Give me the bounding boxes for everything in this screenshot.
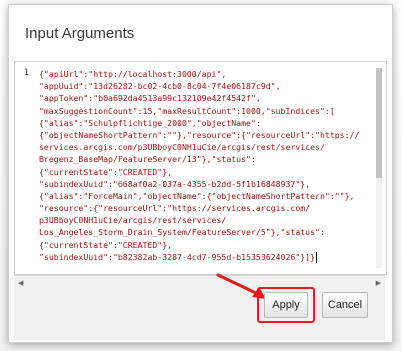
code-line: "maxSuggestionCount":15,"maxResultCount"… [39,105,335,116]
text-cursor [316,251,318,263]
code-editor[interactable]: 1 {"apiUrl":"http://localhost:3000/api",… [14,61,387,275]
code-line: {"alias":"Schulpflichtige_2000","objectN… [39,117,261,128]
line-number-gutter: 1 [15,68,29,78]
code-line: Bregenz_BaseMap/FeatureServer/13"},"stat… [39,154,256,165]
code-line: "appUuid":"13d26282-bc02-4cb0-8c04-7f4e0… [39,81,281,92]
code-line: p3UBboyC0NH1uCie/arcgis/rest/services/ [39,215,227,226]
scroll-right-arrow-icon[interactable]: ▶ [376,279,381,287]
scroll-left-arrow-icon[interactable]: ◀ [18,279,23,287]
code-line: "appToken":"b0a692da4513a99c132109e42f45… [39,93,261,104]
code-line-text: "subindexUuid":"b82382ab-3287-4cd7-955d-… [39,251,316,262]
apply-button[interactable]: Apply [264,292,308,318]
code-line: Los_Angeles_Storm_Drain_System/FeatureSe… [39,227,325,238]
code-line: "subindexUuid":"b82382ab-3287-4cd7-955d-… [39,251,374,263]
vertical-scrollbar-thumb[interactable] [376,68,382,178]
code-line: {"alias":"ForceMain","objectName":{"obje… [39,190,355,201]
code-line: "resource":{"resourceUrl":"https://servi… [39,203,311,214]
json-code[interactable]: {"apiUrl":"http://localhost:3000/api", "… [39,68,374,263]
code-line: "subindexUuid":"668af0a2-037a-4355-b2dd-… [39,178,311,189]
code-line: {"apiUrl":"http://localhost:3000/api", [39,69,227,79]
line-number: 1 [23,68,29,78]
cancel-button[interactable]: Cancel [322,292,368,318]
code-line: {"objectNameShortPattern":""},"resource"… [39,129,360,140]
code-line: services.arcgis.com/p3UBboyC0NH1uCie/arc… [39,142,325,153]
code-line: {"currentState":"CREATED"}, [39,239,173,250]
vertical-scrollbar[interactable] [376,68,382,268]
dialog-title: Input Arguments [25,25,135,42]
code-line: {"currentState":"CREATED"}, [39,166,173,177]
